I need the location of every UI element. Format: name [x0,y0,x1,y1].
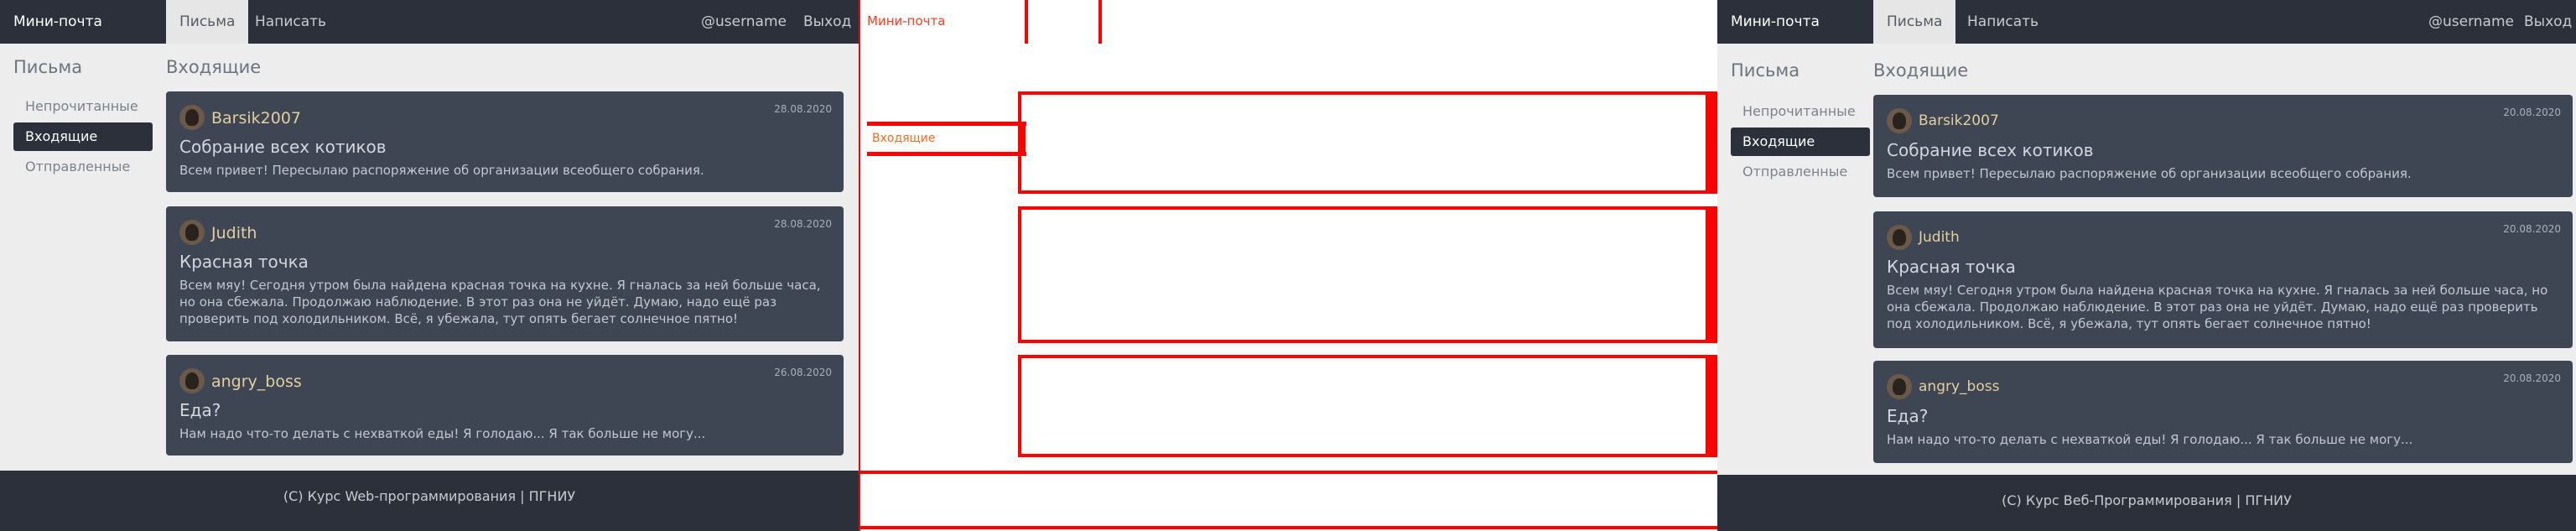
page-title: Входящие [1873,60,1969,81]
logout-link[interactable]: Выход [2524,0,2572,44]
edge-brand: Мини-почта [867,13,946,29]
message-card[interactable]: angry_boss 26.08.2020 Еда? Нам надо что-… [166,355,844,456]
message-date: 26.08.2020 [774,367,832,378]
footer: (C) Курс Веб-Программирования | ПГНИУ [1717,475,2576,531]
message-subject: Еда? [1887,406,1929,426]
edge-card1-right [1706,91,1717,194]
edge-tab-right [1098,0,1102,44]
sidebar-item-sent[interactable]: Отправленные [1731,158,1870,186]
edge-card1-top [1018,91,1709,95]
tab-compose[interactable]: Написать [242,0,340,44]
edge-card2-top [1018,206,1709,210]
avatar [179,105,205,130]
message-author[interactable]: Judith [1919,229,1960,246]
edge-inbox-bottom [867,152,1026,156]
message-author[interactable]: Barsik2007 [1919,112,1999,129]
message-date: 20.08.2020 [2503,107,2561,118]
message-body: Всем привет! Пересылаю распоряжение об о… [1887,166,2412,181]
message-date: 20.08.2020 [2503,223,2561,235]
tab-letters[interactable]: Письма [1873,0,1956,44]
edge-card1-left [1018,91,1021,194]
sidebar-item-inbox[interactable]: Входящие [13,122,153,151]
edge-card2-left [1018,206,1021,343]
tab-letters[interactable]: Письма [166,0,249,44]
message-date: 28.08.2020 [774,218,832,230]
edge-card3-right [1706,355,1717,457]
mail-panel-edges: Мини-почта Входящие [859,0,1717,531]
message-subject: Красная точка [1887,257,2016,277]
navbar: Мини-почта Письма Написать @username Вых… [1717,0,2576,44]
sidebar-item-unread[interactable]: Непрочитанные [13,92,153,121]
message-author[interactable]: angry_boss [1919,378,1999,395]
message-body: Нам надо что-то делать с нехваткой еды! … [1887,432,2413,447]
mail-panel-original: Мини-почта Письма Написать @username Вых… [0,0,859,531]
sidebar-item-sent[interactable]: Отправленные [13,153,153,181]
username-link[interactable]: @username [701,0,787,44]
message-card[interactable]: Barsik2007 20.08.2020 Собрание всех коти… [1873,95,2573,197]
edge-tab-left [1025,0,1028,44]
message-card[interactable]: Judith 20.08.2020 Красная точка Всем мяу… [1873,211,2573,348]
message-subject: Собрание всех котиков [1887,140,2094,160]
message-author[interactable]: angry_boss [211,372,302,391]
message-body: Нам надо что-то делать с нехваткой еды! … [179,426,706,441]
edge-card3-top [1018,355,1709,358]
edge-left [859,0,860,531]
page-title: Входящие [166,57,262,77]
message-date: 20.08.2020 [2503,372,2561,384]
edge-card3-left [1018,355,1021,457]
tab-compose[interactable]: Написать [1954,0,2052,44]
message-subject: Еда? [179,400,221,420]
mail-panel-generated: Мини-почта Письма Написать @username Вых… [1717,0,2576,531]
footer: (C) Курс Web-программирования | ПГНИУ [0,471,859,531]
edge-card3-bottom [1018,454,1709,457]
brand[interactable]: Мини-почта [1731,0,1820,44]
edge-inbox-label: Входящие [872,132,936,145]
avatar [179,220,205,245]
avatar [179,368,205,393]
logout-link[interactable]: Выход [803,0,851,44]
sidebar-title: Письма [13,57,83,77]
edge-inbox-top [867,122,1026,126]
message-card[interactable]: angry_boss 20.08.2020 Еда? Нам надо что-… [1873,361,2573,463]
navbar: Мини-почта Письма Написать @username Вых… [0,0,859,44]
message-body: Всем мяу! Сегодня утром была найдена кра… [1887,283,2548,331]
message-card[interactable]: Barsik2007 28.08.2020 Собрание всех коти… [166,91,844,192]
message-subject: Красная точка [179,252,309,272]
message-date: 28.08.2020 [774,103,832,115]
brand[interactable]: Мини-почта [13,0,102,44]
message-body: Всем привет! Пересылаю распоряжение об о… [179,163,704,178]
edge-footer-top [859,471,1717,474]
edge-card2-bottom [1018,340,1709,343]
edge-footer-bottom [859,526,1717,529]
sidebar-title: Письма [1731,60,1800,81]
edge-card2-right [1706,206,1717,343]
message-author[interactable]: Judith [211,224,257,242]
edge-card1-bottom [1018,190,1709,194]
sidebar-item-inbox[interactable]: Входящие [1731,128,1870,156]
sidebar-item-unread[interactable]: Непрочитанные [1731,97,1870,126]
message-body: Всем мяу! Сегодня утром была найдена кра… [179,278,821,326]
avatar [1887,108,1912,133]
avatar [1887,225,1912,250]
avatar [1887,374,1912,399]
username-link[interactable]: @username [2428,0,2514,44]
message-subject: Собрание всех котиков [179,137,387,157]
message-card[interactable]: Judith 28.08.2020 Красная точка Всем мяу… [166,206,844,341]
message-author[interactable]: Barsik2007 [211,109,301,128]
